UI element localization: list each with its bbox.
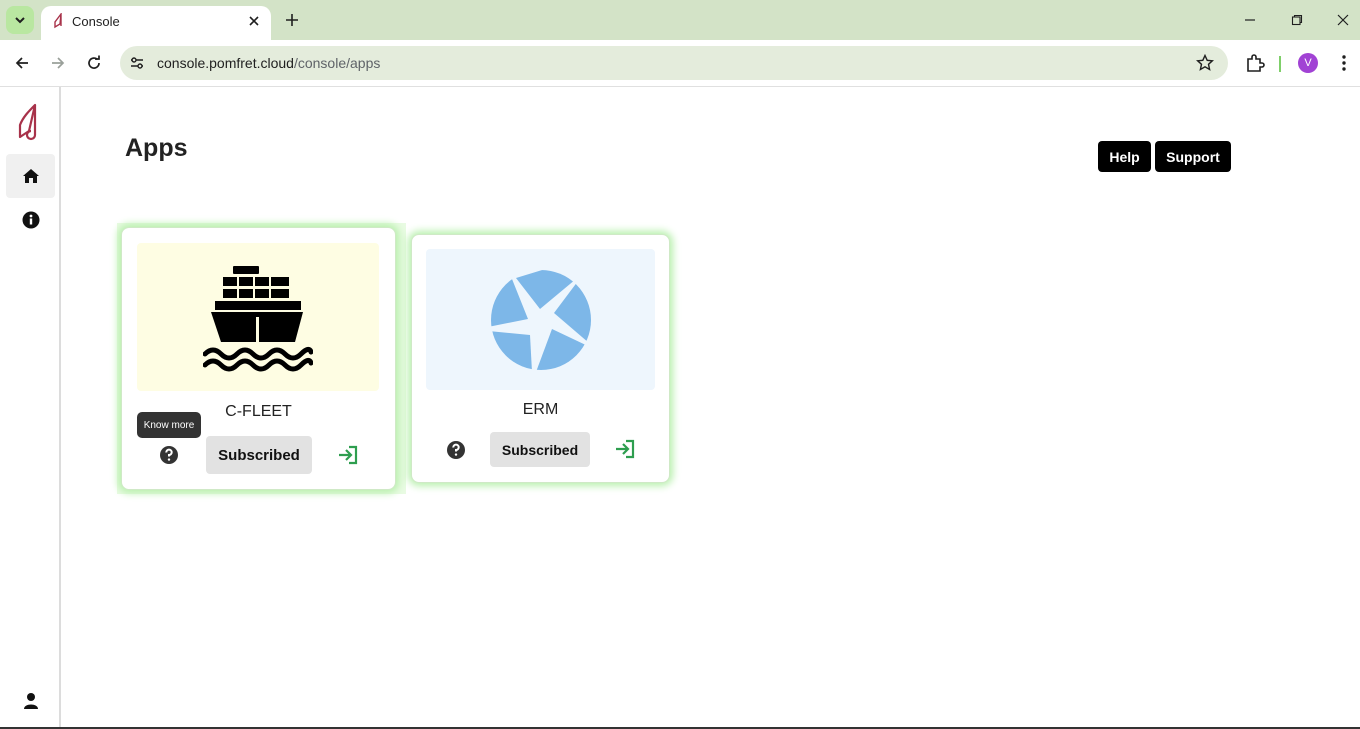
app-name: ERM <box>522 401 559 418</box>
close-icon <box>249 16 259 26</box>
question-circle-icon[interactable] <box>446 440 466 460</box>
help-button[interactable]: Help <box>1098 141 1151 172</box>
tab-search-button[interactable] <box>6 6 34 34</box>
restore-button[interactable] <box>1287 10 1307 30</box>
close-icon <box>1337 14 1349 26</box>
sidebar-item-home[interactable] <box>6 154 55 198</box>
aperture-icon <box>490 269 591 370</box>
close-window-button[interactable] <box>1333 10 1353 30</box>
url-path: /console/apps <box>293 55 381 71</box>
new-tab-button[interactable] <box>282 10 302 30</box>
bookmark-star-icon[interactable] <box>1196 54 1214 72</box>
user-icon <box>23 693 38 709</box>
minimize-button[interactable] <box>1240 10 1260 30</box>
extensions-puzzle-icon[interactable] <box>1244 52 1266 74</box>
info-icon <box>22 211 39 229</box>
tune-icon <box>131 57 143 69</box>
minimize-icon <box>1245 19 1255 21</box>
browser-tab-bar: Console <box>0 0 1360 40</box>
sidebar-item-account[interactable] <box>6 679 55 723</box>
back-button[interactable] <box>11 52 33 74</box>
home-icon <box>22 169 39 183</box>
question-circle-icon[interactable] <box>159 445 179 465</box>
reload-button[interactable] <box>83 52 105 74</box>
page-title: Apps <box>125 134 188 162</box>
subscribed-button[interactable]: Subscribed <box>490 432 590 467</box>
browser-toolbar: console.pomfret.cloud/console/apps V <box>0 40 1360 87</box>
tooltip-know-more: Know more <box>137 412 201 438</box>
console-favicon-icon <box>54 13 62 29</box>
arrow-right-icon <box>52 57 65 69</box>
browser-tab[interactable]: Console <box>41 6 271 40</box>
ship-icon <box>203 266 313 372</box>
plus-icon <box>286 14 298 26</box>
tab-close-button[interactable] <box>245 12 263 30</box>
app-card-image <box>426 249 655 390</box>
profile-avatar[interactable]: V <box>1298 53 1318 73</box>
pomfret-logo-icon[interactable] <box>15 103 45 143</box>
chevron-down-icon <box>15 17 25 24</box>
toolbar-divider <box>1279 56 1281 72</box>
sign-in-icon[interactable] <box>336 443 360 467</box>
app-card-image <box>137 243 379 391</box>
site-info-button[interactable] <box>128 54 146 72</box>
tab-title: Console <box>72 14 120 29</box>
arrow-left-icon <box>15 57 28 69</box>
subscribed-button[interactable]: Subscribed <box>206 436 312 474</box>
support-button[interactable]: Support <box>1155 141 1231 172</box>
app-card-cfleet[interactable]: C-FLEET Subscribed <box>121 227 396 490</box>
forward-button[interactable] <box>47 52 69 74</box>
address-bar[interactable]: console.pomfret.cloud/console/apps <box>120 46 1228 80</box>
url-text: console.pomfret.cloud/console/apps <box>157 55 380 71</box>
app-card-erm[interactable]: ERM Subscribed <box>411 234 670 483</box>
restore-icon <box>1291 14 1303 26</box>
sidebar-item-info[interactable] <box>6 198 55 242</box>
url-host: console.pomfret.cloud <box>157 55 294 71</box>
app-card-wrapper: C-FLEET Subscribed <box>117 223 406 494</box>
more-vertical-icon <box>1342 55 1346 71</box>
sign-in-icon[interactable] <box>613 437 637 461</box>
app-sidebar <box>0 87 61 729</box>
browser-menu-button[interactable] <box>1334 52 1354 74</box>
reload-icon <box>88 55 100 69</box>
